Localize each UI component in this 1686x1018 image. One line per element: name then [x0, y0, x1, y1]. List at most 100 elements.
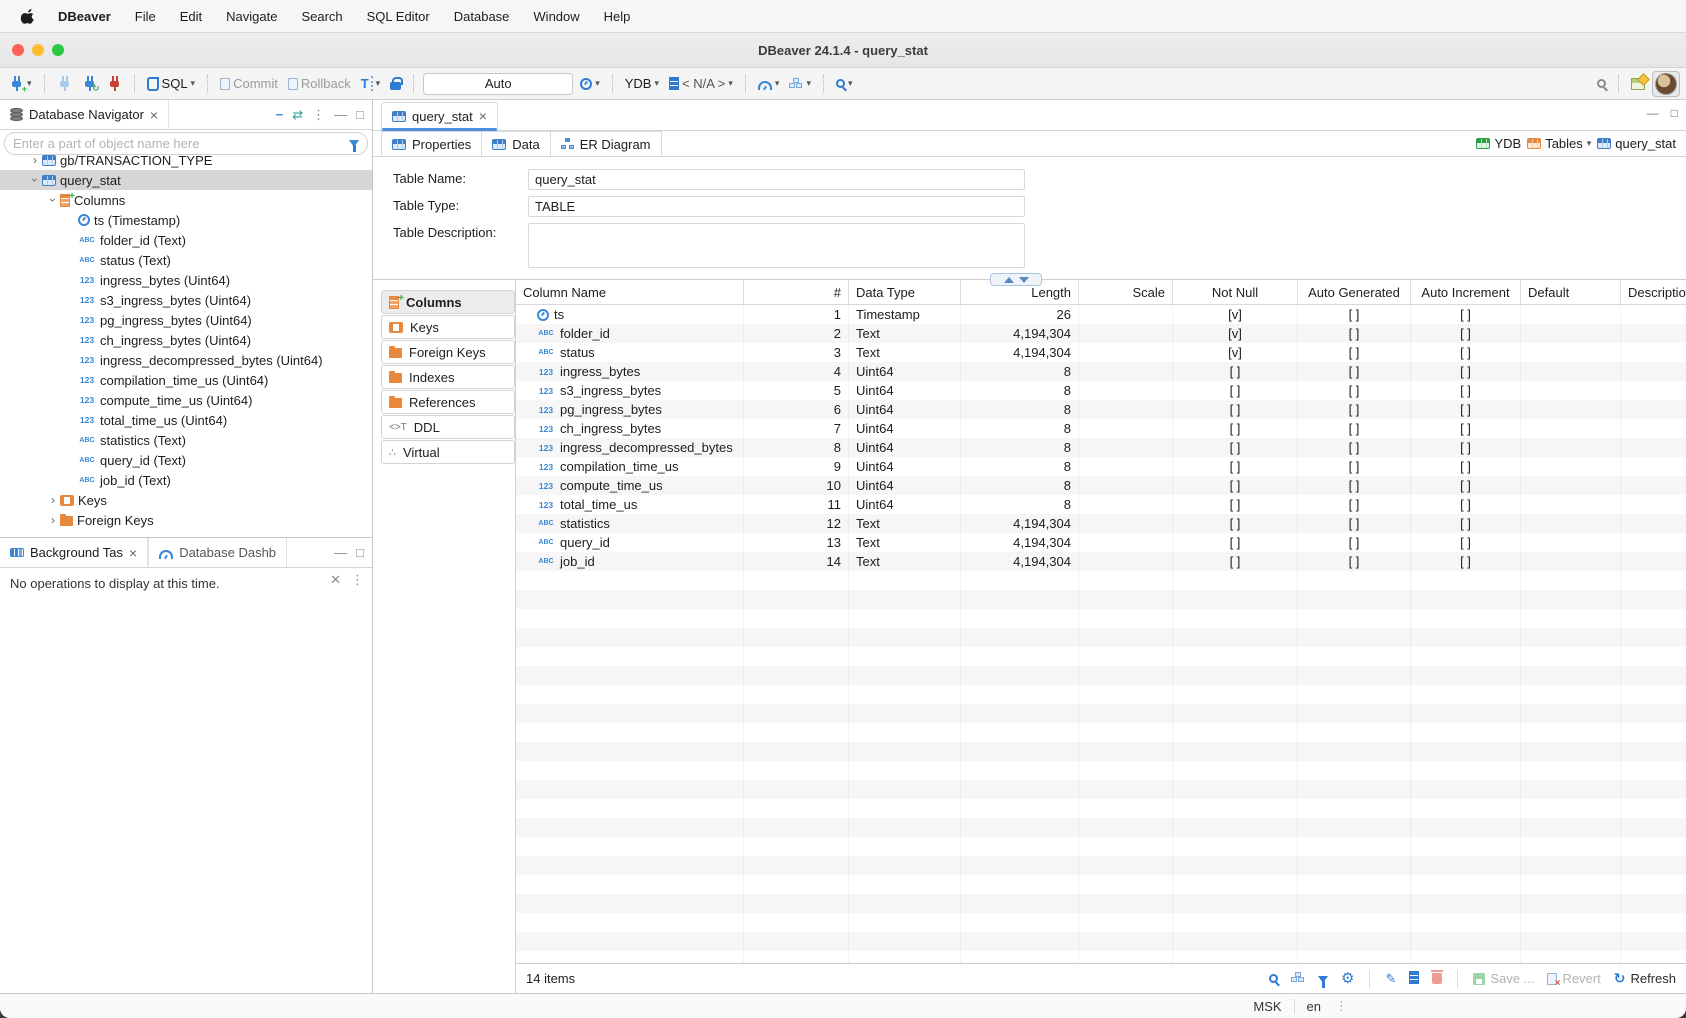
- connect-button[interactable]: [54, 74, 75, 93]
- tree-item[interactable]: ts (Timestamp): [0, 210, 372, 230]
- transaction-mode-button[interactable]: T ▾: [358, 74, 383, 93]
- table-row[interactable]: ABCstatus3Text4,194,304[v][ ][ ]: [516, 343, 1686, 362]
- apple-logo-icon[interactable]: [20, 8, 36, 24]
- column-header[interactable]: Auto Increment: [1421, 285, 1509, 300]
- tree-item[interactable]: ABCjob_id (Text): [0, 470, 372, 490]
- table-row[interactable]: 123ch_ingress_bytes7Uint648[ ][ ][ ]: [516, 419, 1686, 438]
- minimize-panel-icon[interactable]: —: [334, 545, 347, 560]
- grid-filter-icon[interactable]: [1318, 971, 1328, 986]
- view-menu-icon[interactable]: ⋮: [351, 572, 364, 588]
- form-collapser[interactable]: [990, 273, 1042, 286]
- filter-icon[interactable]: [349, 140, 359, 147]
- table-row[interactable]: ABCjob_id14Text4,194,304[ ][ ][ ]: [516, 552, 1686, 571]
- table-row[interactable]: 123pg_ingress_bytes6Uint648[ ][ ][ ]: [516, 400, 1686, 419]
- table-row[interactable]: ABCstatistics12Text4,194,304[ ][ ][ ]: [516, 514, 1686, 533]
- clear-finished-icon[interactable]: ✕: [330, 572, 341, 588]
- column-header[interactable]: Not Null: [1212, 285, 1258, 300]
- open-perspective-button[interactable]: [1628, 76, 1648, 92]
- menu-database[interactable]: Database: [442, 9, 522, 24]
- dashboard-button[interactable]: ▾: [755, 75, 783, 92]
- refresh-button[interactable]: ↻ Refresh: [1614, 970, 1676, 987]
- timezone-indicator[interactable]: MSK: [1241, 999, 1293, 1014]
- tree-item[interactable]: 123total_time_us (Uint64): [0, 410, 372, 430]
- close-icon[interactable]: ×: [479, 108, 487, 124]
- tab-database-dashboard[interactable]: Database Dashb: [148, 538, 287, 567]
- columns-view-icon[interactable]: [1409, 971, 1419, 987]
- menu-file[interactable]: File: [123, 9, 168, 24]
- commit-mode-combo[interactable]: Auto: [423, 73, 573, 95]
- commit-button[interactable]: Commit: [217, 74, 281, 93]
- revert-button[interactable]: Revert: [1547, 971, 1600, 986]
- zoom-window-button[interactable]: [52, 44, 64, 56]
- tree-item[interactable]: ›+Columns: [0, 190, 372, 210]
- column-header[interactable]: Scale: [1132, 285, 1165, 300]
- table-row[interactable]: 123compute_time_us10Uint648[ ][ ][ ]: [516, 476, 1686, 495]
- language-indicator[interactable]: en: [1295, 999, 1333, 1014]
- menu-edit[interactable]: Edit: [168, 9, 214, 24]
- lock-button[interactable]: [387, 75, 404, 92]
- link-with-editor-icon[interactable]: ⇄: [292, 107, 303, 123]
- toolbar-search-button[interactable]: ▾: [833, 76, 856, 91]
- tree-item[interactable]: ›Keys: [0, 490, 372, 510]
- close-icon[interactable]: ×: [129, 545, 137, 561]
- tree-item[interactable]: ABCstatus (Text): [0, 250, 372, 270]
- active-database-button[interactable]: YDB▾: [622, 74, 662, 93]
- breadcrumb-table[interactable]: query_stat: [1597, 136, 1676, 151]
- expander-icon[interactable]: ›: [28, 173, 42, 187]
- tab-query-stat[interactable]: query_stat ×: [381, 102, 498, 130]
- table-row[interactable]: 123compilation_time_us9Uint648[ ][ ][ ]: [516, 457, 1686, 476]
- grid-settings-icon[interactable]: ⚙: [1341, 972, 1354, 986]
- edit-icon[interactable]: ✎: [1385, 971, 1396, 987]
- tree-item[interactable]: ABCquery_id (Text): [0, 450, 372, 470]
- subnav-references[interactable]: References: [381, 390, 515, 414]
- menu-sql-editor[interactable]: SQL Editor: [355, 9, 442, 24]
- compose-button[interactable]: ▾: [786, 76, 814, 91]
- column-header[interactable]: #: [834, 285, 841, 300]
- tree-item[interactable]: 123ch_ingress_bytes (Uint64): [0, 330, 372, 350]
- column-header[interactable]: Column Name: [523, 285, 606, 300]
- expander-icon[interactable]: ›: [28, 153, 42, 167]
- tree-item[interactable]: 123pg_ingress_bytes (Uint64): [0, 310, 372, 330]
- quick-search-button[interactable]: [1594, 77, 1609, 90]
- table-row[interactable]: 123s3_ingress_bytes5Uint648[ ][ ][ ]: [516, 381, 1686, 400]
- new-connection-button[interactable]: + ▾: [6, 74, 35, 93]
- table-type-field[interactable]: [528, 196, 1025, 217]
- tree-item[interactable]: 123ingress_bytes (Uint64): [0, 270, 372, 290]
- maximize-panel-icon[interactable]: □: [356, 107, 364, 122]
- rollback-button[interactable]: Rollback: [285, 74, 354, 93]
- table-row[interactable]: ABCfolder_id2Text4,194,304[v][ ][ ]: [516, 324, 1686, 343]
- grid-search-icon[interactable]: [1269, 971, 1278, 986]
- close-icon[interactable]: ×: [150, 107, 158, 123]
- tree-item[interactable]: ›Foreign Keys: [0, 510, 372, 530]
- view-menu-icon[interactable]: ⋮: [312, 107, 325, 123]
- tab-background-tasks[interactable]: Background Tas ×: [0, 538, 148, 567]
- tree-item[interactable]: ABCstatistics (Text): [0, 430, 372, 450]
- disconnect-button[interactable]: [104, 74, 125, 93]
- save-button[interactable]: Save ...: [1473, 971, 1534, 986]
- tab-data[interactable]: Data: [482, 131, 550, 156]
- tree-item[interactable]: ›gb/TRANSACTION_TYPE: [0, 150, 372, 170]
- tab-database-navigator[interactable]: Database Navigator ×: [0, 100, 169, 129]
- menu-navigate[interactable]: Navigate: [214, 9, 289, 24]
- table-row[interactable]: ts1Timestamp26[v][ ][ ]: [516, 305, 1686, 324]
- tree-item[interactable]: 123s3_ingress_bytes (Uint64): [0, 290, 372, 310]
- breadcrumb-database[interactable]: YDB: [1476, 136, 1521, 151]
- menu-window[interactable]: Window: [521, 9, 591, 24]
- subnav-columns[interactable]: +Columns: [381, 290, 515, 314]
- table-description-field[interactable]: [528, 223, 1025, 268]
- menu-search[interactable]: Search: [289, 9, 354, 24]
- tree-item[interactable]: ABCfolder_id (Text): [0, 230, 372, 250]
- collapse-down-icon[interactable]: [1019, 277, 1029, 283]
- minimize-editor-icon[interactable]: —: [1647, 106, 1659, 120]
- compare-icon[interactable]: [1291, 971, 1305, 986]
- minimize-window-button[interactable]: [32, 44, 44, 56]
- collapse-all-icon[interactable]: −: [276, 107, 284, 122]
- reconnect-button[interactable]: ↻: [79, 74, 100, 93]
- delete-icon[interactable]: [1432, 970, 1442, 987]
- column-header[interactable]: Length: [1031, 285, 1071, 300]
- expander-icon[interactable]: ›: [46, 193, 60, 207]
- close-window-button[interactable]: [12, 44, 24, 56]
- maximize-editor-icon[interactable]: □: [1671, 106, 1678, 120]
- object-filter-input[interactable]: [13, 136, 343, 151]
- table-row[interactable]: 123total_time_us11Uint648[ ][ ][ ]: [516, 495, 1686, 514]
